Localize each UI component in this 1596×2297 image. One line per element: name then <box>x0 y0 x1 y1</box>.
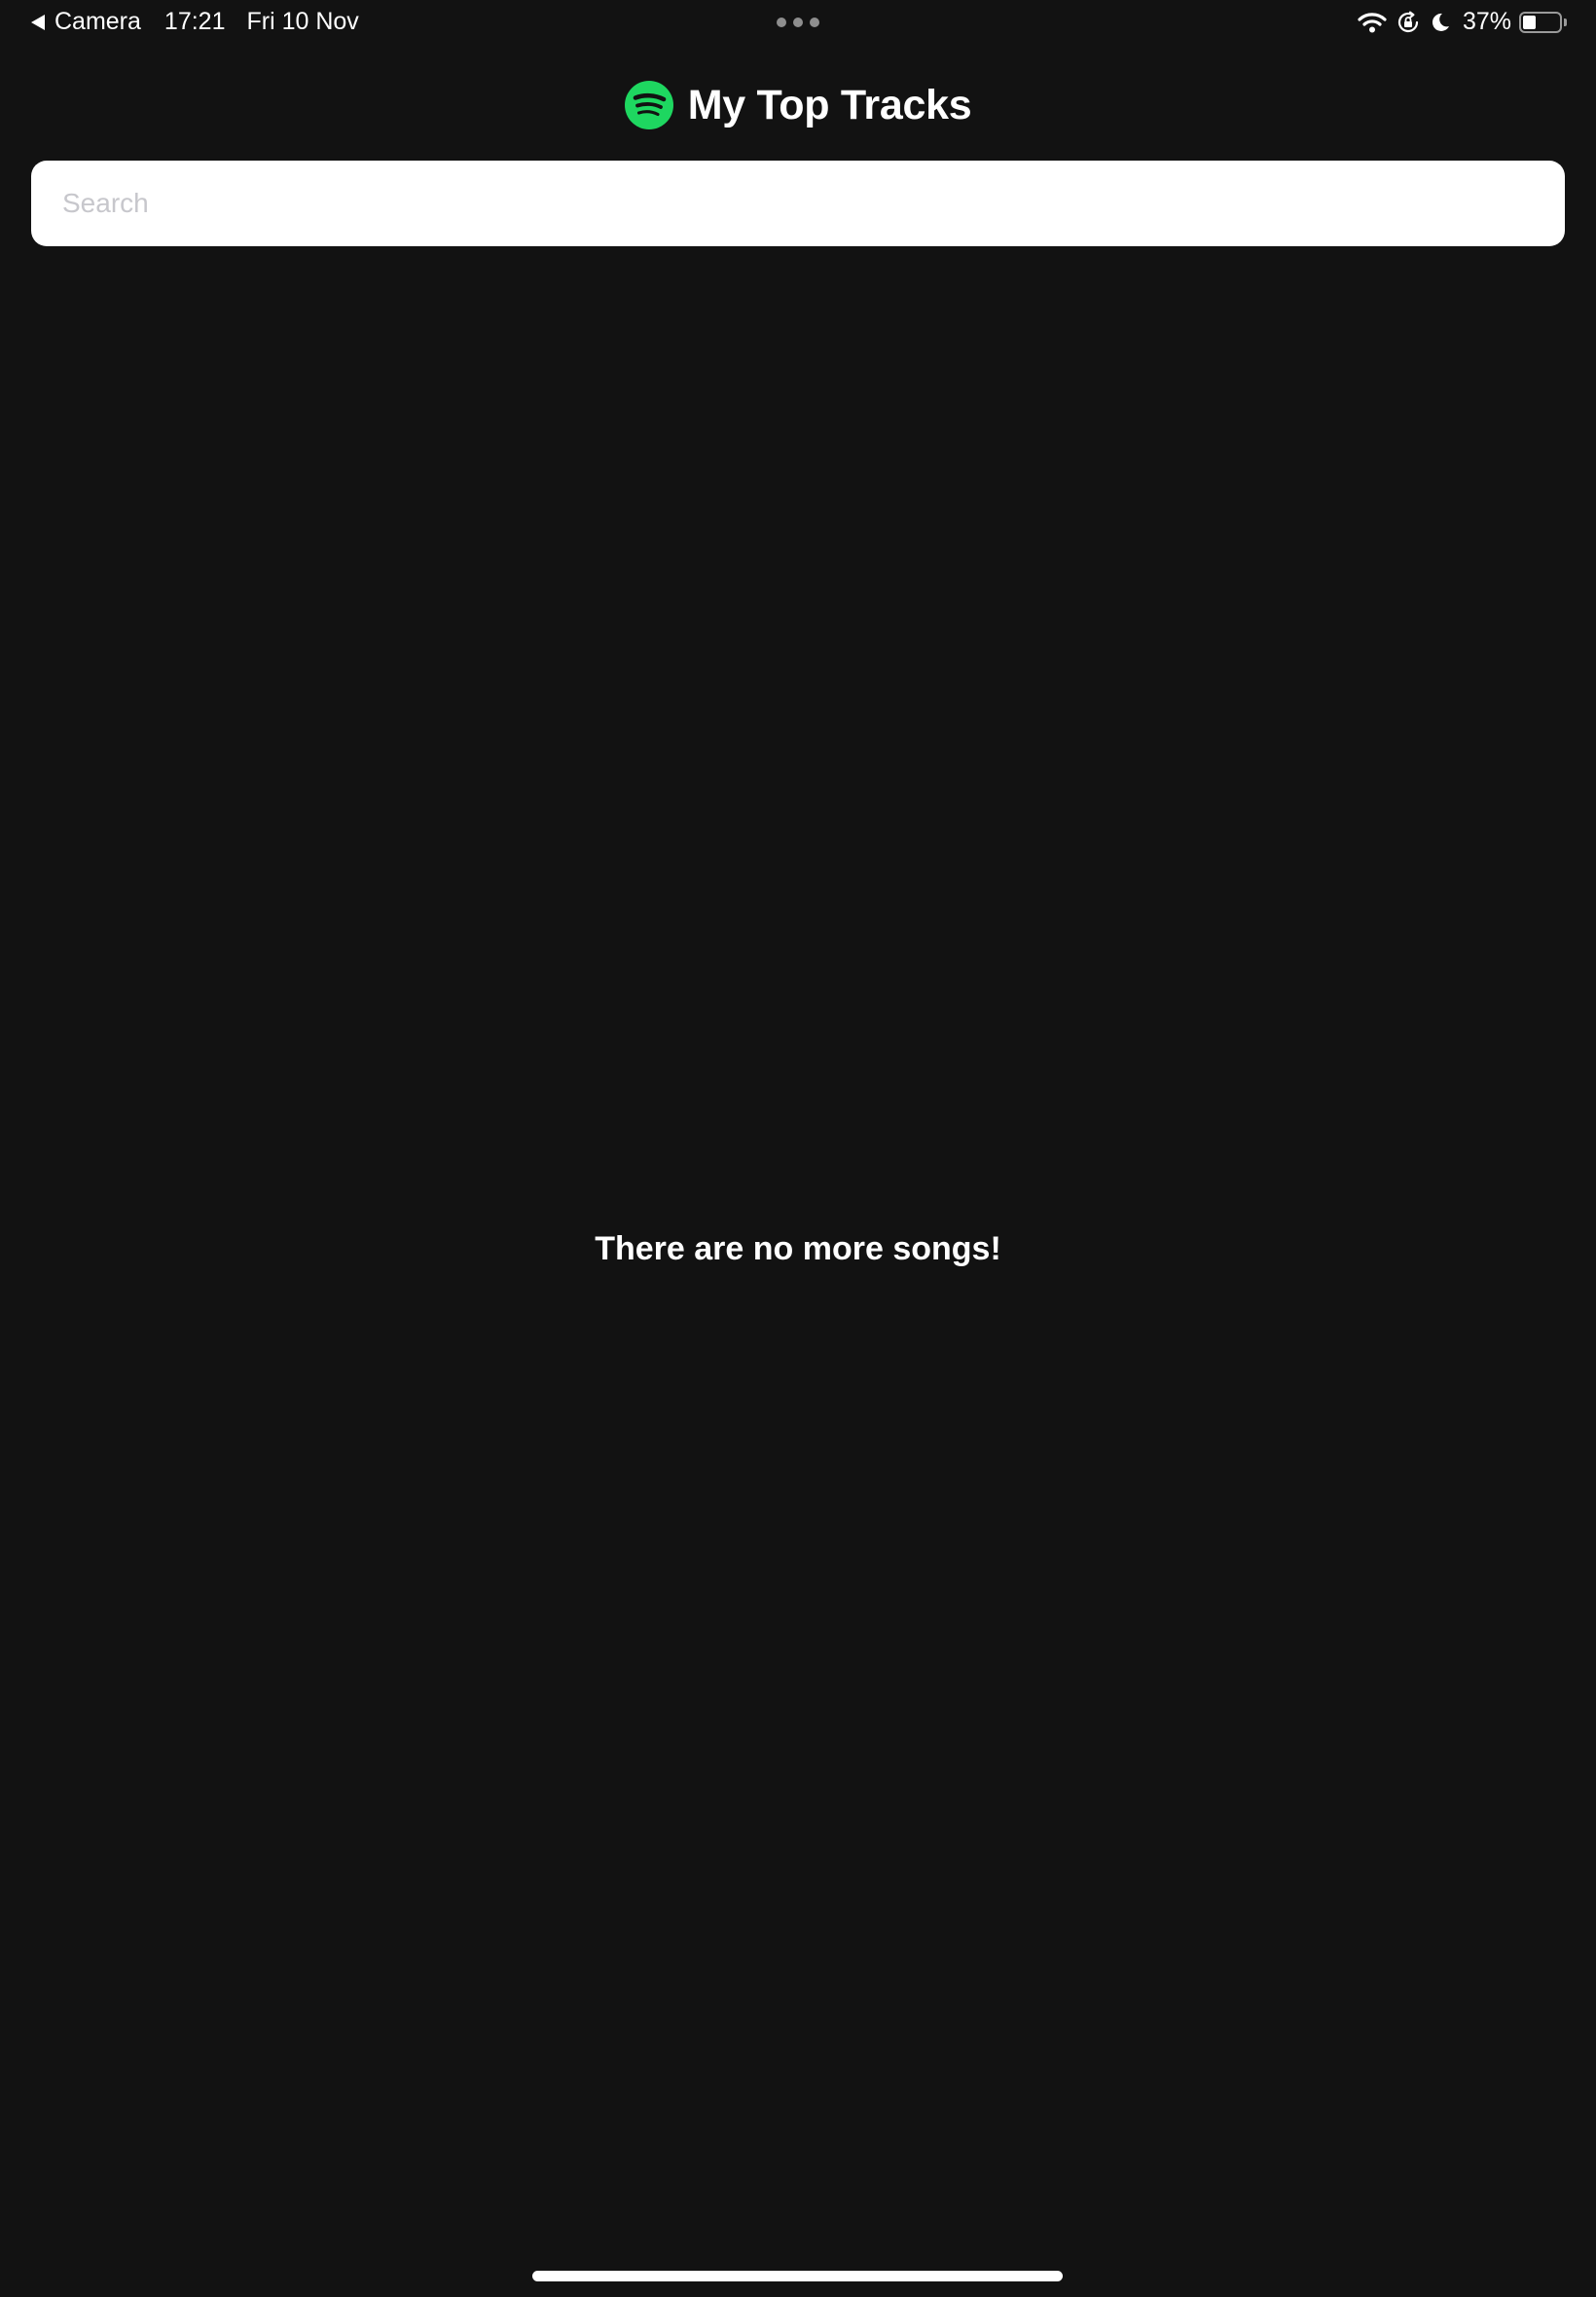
wifi-icon <box>1358 12 1387 33</box>
status-bar: Camera 17:21 Fri 10 Nov 37% <box>0 0 1596 47</box>
spotify-logo-icon <box>624 81 673 129</box>
back-arrow-icon <box>31 14 45 30</box>
battery-percentage: 37% <box>1462 8 1511 35</box>
multitasking-menu-button[interactable] <box>777 18 819 27</box>
empty-state-message: There are no more songs! <box>595 1230 1001 1267</box>
back-to-app-link[interactable]: Camera <box>31 8 141 36</box>
battery-icon <box>1519 11 1562 33</box>
moon-icon <box>1430 12 1451 33</box>
battery-tip <box>1564 18 1567 26</box>
status-right: 37% <box>1348 8 1567 36</box>
dot-icon <box>777 18 786 27</box>
orientation-lock-icon <box>1396 11 1420 34</box>
back-app-label: Camera <box>54 8 141 35</box>
battery-level-fill <box>1523 15 1536 29</box>
home-indicator[interactable] <box>532 2271 1063 2281</box>
app-header: My Top Tracks <box>0 78 1596 132</box>
dot-icon <box>793 18 803 27</box>
page-title: My Top Tracks <box>687 81 972 128</box>
dot-icon <box>810 18 819 27</box>
search-bar[interactable] <box>31 161 1565 246</box>
search-input[interactable] <box>31 161 1565 246</box>
status-time: 17:21 <box>163 8 226 35</box>
status-date: Fri 10 Nov <box>246 8 359 35</box>
status-left: Camera 17:21 Fri 10 Nov <box>31 8 359 36</box>
